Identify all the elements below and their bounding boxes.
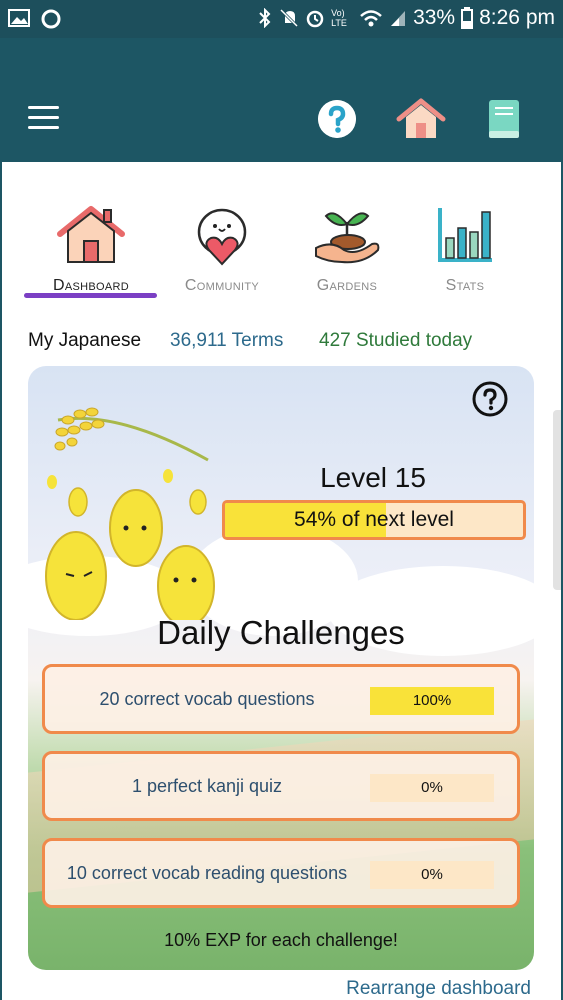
tab-stats-label: Stats [445, 277, 485, 294]
main-content: Dashboard Community Gardens Stats My Jap… [0, 162, 563, 1000]
home-icon[interactable] [396, 98, 446, 140]
tab-stats[interactable]: Stats [400, 204, 530, 295]
mascot-heart-icon [197, 208, 247, 266]
rice-mascots-illustration [45, 407, 215, 620]
panel-help-icon[interactable] [471, 380, 509, 418]
book-icon[interactable] [488, 98, 520, 140]
gallery-notification-icon [8, 9, 30, 27]
bar-chart-icon [438, 208, 492, 262]
battery-icon [461, 7, 474, 29]
app-header [0, 76, 563, 162]
tab-gardens[interactable]: Gardens [282, 204, 412, 295]
challenge-label: 20 correct vocab questions [99, 689, 315, 709]
challenge-percent: 100% [412, 692, 452, 709]
battery-percent: 33% [413, 6, 456, 29]
challenge-percent: 0% [421, 866, 443, 883]
sprout-hand-icon [315, 212, 380, 264]
wifi-icon [360, 10, 382, 27]
challenge-card[interactable]: 1 perfect kanji quiz 0% [42, 751, 520, 821]
bluetooth-icon [259, 8, 271, 28]
challenge-percent: 0% [421, 779, 443, 796]
challenge-progress-bar: 0% [370, 774, 494, 802]
level-title: Level 15 [320, 462, 426, 493]
studied-today: 427 Studied today [319, 330, 473, 351]
appbar-spacer [0, 38, 563, 76]
menu-icon[interactable] [28, 106, 59, 130]
tab-dashboard[interactable]: Dashboard [26, 204, 156, 295]
clock: 8:26 pm [479, 6, 555, 29]
alarm-icon [306, 10, 324, 28]
rearrange-dashboard-link[interactable]: Rearrange dashboard [346, 978, 531, 1000]
challenge-progress-bar: 0% [370, 861, 494, 889]
daily-challenges-title: Daily Challenges [157, 614, 405, 651]
terms-count[interactable]: 36,911 Terms [170, 330, 283, 352]
summary-row: My Japanese 36,911 Terms 427 Studied tod… [28, 330, 548, 354]
challenge-card[interactable]: 20 correct vocab questions 100% [42, 664, 520, 734]
status-bar: Vo) LTE 33% 8:26 pm [0, 0, 563, 38]
scrollbar[interactable] [553, 410, 561, 590]
help-icon[interactable] [318, 100, 356, 138]
tab-community-label: Community [184, 277, 260, 294]
active-tab-indicator [24, 293, 157, 298]
mute-icon [280, 8, 299, 28]
challenge-label: 1 perfect kanji quiz [131, 776, 283, 796]
house-icon [57, 206, 125, 263]
challenge-label: 10 correct vocab reading questions [66, 863, 348, 883]
challenge-progress-bar: 100% [370, 687, 494, 715]
network-type-label: Vo) LTE [331, 8, 347, 28]
dashboard-panel: Level 15 54% of next level Daily Challen… [28, 366, 534, 970]
tab-community[interactable]: Community [157, 204, 287, 295]
language-name[interactable]: My Japanese [28, 330, 141, 352]
level-progress-bar: 54% of next level [222, 500, 526, 540]
sync-notification-icon [41, 9, 61, 29]
exp-note: 10% EXP for each challenge! [164, 930, 398, 950]
tab-gardens-label: Gardens [316, 277, 378, 294]
challenge-card[interactable]: 10 correct vocab reading questions 0% [42, 838, 520, 908]
level-progress-text: 54% of next level [294, 508, 454, 531]
signal-icon [391, 11, 406, 26]
